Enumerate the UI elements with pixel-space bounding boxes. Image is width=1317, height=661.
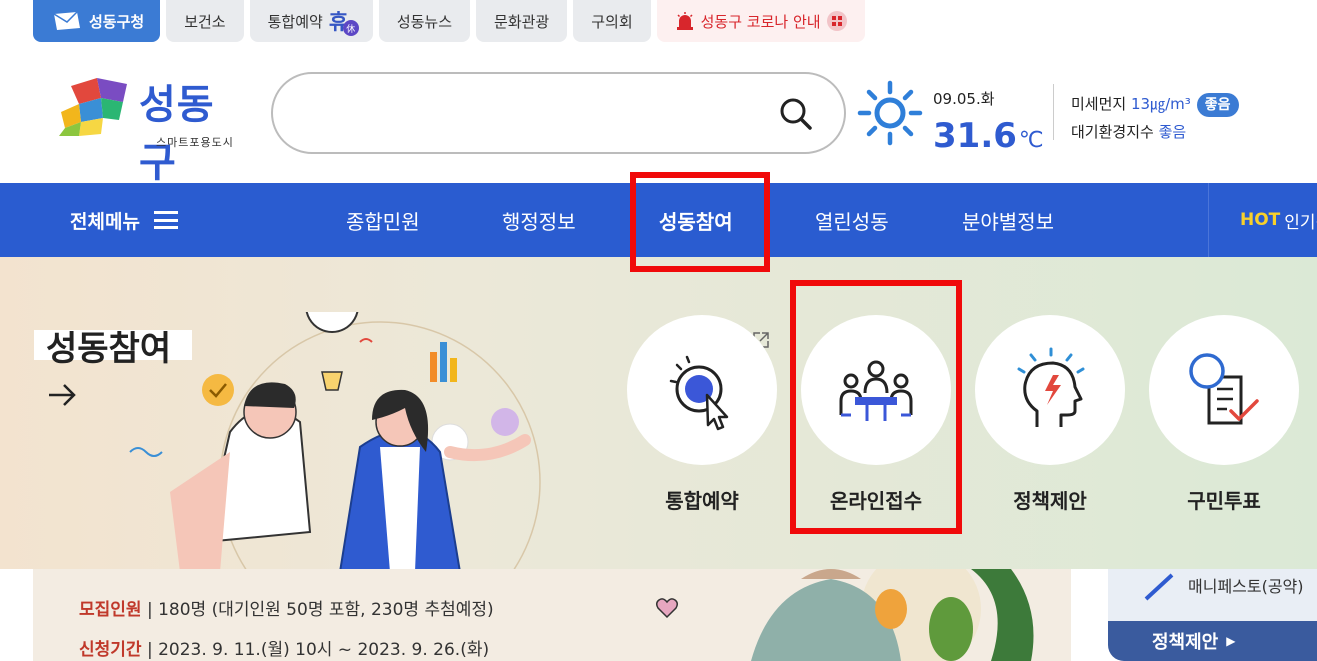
hamburger-icon: [153, 211, 178, 229]
participation-dropdown: 성동참여 통합예약 온라인접수 정책제안 구민투표: [0, 257, 1317, 569]
logo-mark-icon: [59, 78, 127, 136]
slash-icon: [1144, 573, 1174, 601]
meeting-people-icon: [839, 360, 913, 421]
main-nav: 전체메뉴 종합민원 행정정보 성동참여 열린성동 분야별정보 HOT인기검: [0, 183, 1317, 257]
site-tab-news[interactable]: 성동뉴스: [378, 0, 471, 42]
cai-label: 대기환경지수: [1071, 123, 1154, 141]
manifesto-link[interactable]: 매니페스토(공약): [1188, 573, 1304, 597]
menu-tile-vote[interactable]: 구민투표: [1149, 315, 1299, 514]
dust-badge: 좋음: [1196, 93, 1239, 117]
siren-icon: [675, 11, 695, 31]
all-menu-label: 전체메뉴: [70, 210, 140, 233]
idea-head-icon: [1017, 347, 1085, 427]
site-tab-label: 구의회: [591, 12, 633, 31]
rest-badge-icon: 휴 休: [329, 8, 359, 36]
tile-label: 정책제안: [1013, 489, 1087, 513]
site-tab-reservation[interactable]: 통합예약 휴 休: [249, 0, 373, 42]
tile-label: 통합예약: [665, 489, 739, 513]
tile-label: 구민투표: [1187, 489, 1261, 513]
recruit-banner[interactable]: 모집인원 | 180명 (대기인원 50명 포함, 230명 추첨예정) 신청기…: [33, 569, 1071, 661]
site-tab-covid[interactable]: 성동구 코로나 안내: [656, 0, 865, 42]
site-tab-culture[interactable]: 문화관광: [476, 0, 568, 42]
nav-divider: [1208, 183, 1209, 257]
arrow-right-icon[interactable]: [46, 381, 78, 409]
banner-row: 신청기간 | 2023. 9. 11.(월) 10시 ~ 2023. 9. 26…: [79, 640, 490, 660]
search-icon[interactable]: [778, 96, 814, 132]
envelope-icon: [51, 10, 83, 32]
side-panel: 매니페스토(공약) 정책제안 ▶: [1108, 569, 1317, 661]
site-tab-seongdong[interactable]: 성동구청: [33, 0, 161, 42]
air-quality: 미세먼지 13㎍/m³ 좋음 대기환경지수 좋음: [1071, 90, 1239, 146]
all-menu-button[interactable]: 전체메뉴: [70, 183, 178, 257]
site-tab-label: 문화관광: [494, 12, 550, 31]
tile-circle: [801, 315, 951, 465]
tile-circle: [627, 315, 777, 465]
menu-tile-online-application[interactable]: 온라인접수: [801, 315, 951, 514]
site-tab-label: 성동구청: [89, 12, 145, 31]
site-tab-label: 성동뉴스: [396, 12, 453, 31]
site-tab-label: 통합예약: [267, 12, 323, 31]
site-tabs: 성동구청 보건소 통합예약 휴 休 성동뉴스 문화관광 구의회 성동구 코로나 …: [33, 0, 865, 42]
site-tab-health[interactable]: 보건소: [166, 0, 244, 42]
logo-name: 성동구: [139, 82, 215, 186]
logo-subtitle: 스마트포용도시: [156, 136, 234, 149]
weather-widget: 09.05.화 31.6℃: [857, 80, 1047, 160]
menu-tile-reservation[interactable]: 통합예약: [627, 315, 777, 514]
banner-row: 모집인원 | 180명 (대기인원 50명 포함, 230명 추첨예정): [79, 600, 494, 620]
policy-label: 정책제안: [1152, 632, 1219, 653]
dust-value: 13㎍/m³: [1130, 95, 1191, 113]
nav-item-admin[interactable]: 행정정보: [502, 183, 576, 257]
search-box: [271, 72, 846, 154]
nav-item-participation[interactable]: 성동참여: [659, 183, 733, 257]
search-input[interactable]: [301, 94, 771, 134]
nav-item-open[interactable]: 열린성동: [815, 183, 889, 257]
cai-value: 좋음: [1158, 123, 1187, 141]
hot-keywords[interactable]: HOT인기검: [1240, 183, 1317, 257]
policy-proposal-button[interactable]: 정책제안 ▶: [1108, 621, 1317, 661]
site-tab-council[interactable]: 구의회: [573, 0, 651, 42]
tile-circle: [1149, 315, 1299, 465]
divider: [1053, 84, 1054, 140]
site-tab-label: 성동구 코로나 안내: [700, 12, 821, 31]
nav-item-civil[interactable]: 종합민원: [346, 183, 420, 257]
banner-illustration: [751, 569, 1034, 661]
site-tab-label: 보건소: [184, 12, 226, 31]
menu-tile-policy-proposal[interactable]: 정책제안: [975, 315, 1125, 514]
grid-icon: [826, 11, 847, 31]
weather-date: 09.05.화: [933, 90, 995, 108]
tile-circle: [975, 315, 1125, 465]
weather-temperature: 31.6℃: [933, 116, 1044, 156]
logo[interactable]: 성동구 스마트포용도시: [57, 72, 247, 186]
nav-item-fields[interactable]: 분야별정보: [962, 183, 1054, 257]
reservation-click-icon: [669, 355, 729, 431]
tile-label: 온라인접수: [830, 489, 922, 513]
dust-label: 미세먼지: [1071, 95, 1127, 113]
vote-check-icon: [1189, 353, 1259, 425]
participation-illustration: [129, 312, 541, 569]
chevron-right-icon: ▶: [1226, 634, 1236, 648]
sun-icon: [857, 80, 923, 146]
